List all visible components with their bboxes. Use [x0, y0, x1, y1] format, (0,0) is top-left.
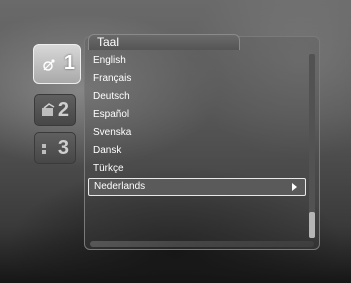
list-item-nederlands[interactable]: Nederlands: [88, 178, 306, 196]
tv-screen: 1 2 3 Taal English Français Deutsch Espa…: [0, 0, 351, 283]
list-item-label: Svenska: [93, 127, 132, 138]
list-item-english[interactable]: English: [88, 52, 306, 70]
list-item-espanol[interactable]: Español: [88, 106, 306, 124]
list-item-dansk[interactable]: Dansk: [88, 142, 306, 160]
list-item-francais[interactable]: Français: [88, 70, 306, 88]
menu-tab-3[interactable]: 3: [34, 132, 76, 164]
tools-icon: [40, 141, 56, 157]
list-item-label: Français: [93, 73, 132, 84]
chevron-right-icon: [292, 183, 297, 191]
list-item-label: Español: [93, 109, 130, 120]
menu-footer-bar: [90, 241, 314, 247]
language-list: English Français Deutsch Español Svenska…: [88, 52, 306, 196]
scrollbar[interactable]: [309, 54, 315, 238]
list-item-label: English: [93, 55, 126, 66]
tab-number: 2: [57, 99, 69, 121]
list-item-label: Türkçe: [93, 163, 124, 174]
tab-number: 3: [57, 137, 69, 159]
menu-tab-1[interactable]: 1: [33, 44, 81, 84]
list-item-label: Nederlands: [94, 181, 146, 192]
list-item-svenska[interactable]: Svenska: [88, 124, 306, 142]
list-item-turkce[interactable]: Türkçe: [88, 160, 306, 178]
list-item-label: Dansk: [93, 145, 122, 156]
page-title: Taal: [97, 35, 120, 49]
scrollbar-thumb[interactable]: [309, 212, 315, 238]
satellite-icon: [41, 57, 57, 73]
settings-icon: [40, 103, 56, 119]
tab-number: 1: [63, 52, 75, 74]
menu-tab-2[interactable]: 2: [34, 94, 76, 126]
list-item-deutsch[interactable]: Deutsch: [88, 88, 306, 106]
list-item-label: Deutsch: [93, 91, 130, 102]
